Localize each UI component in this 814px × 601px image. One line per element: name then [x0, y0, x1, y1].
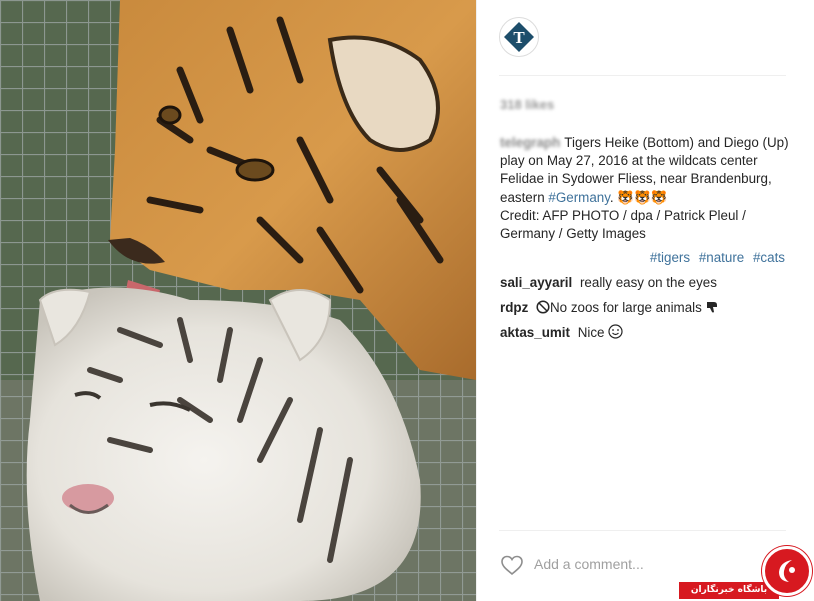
- thumbs-down-icon: [706, 302, 717, 313]
- heart-icon[interactable]: [500, 554, 524, 576]
- prohibited-icon: [536, 300, 550, 314]
- watermark-label: باشگاه خبرنگاران: [679, 582, 779, 599]
- hashtag-cats[interactable]: #cats: [753, 250, 785, 265]
- hashtag-germany[interactable]: #Germany: [548, 190, 610, 205]
- telegraph-logo-icon: T: [504, 22, 534, 52]
- comment-user[interactable]: sali_ayyaril: [500, 275, 572, 290]
- likes-count[interactable]: 318 likes: [500, 97, 554, 112]
- tigers-photo: [0, 0, 476, 601]
- hashtag-tigers[interactable]: #tigers: [650, 250, 690, 265]
- post-details-panel: T 318 likes telegraph Tigers Heike (Botto…: [476, 0, 814, 601]
- svg-text:T: T: [513, 28, 525, 47]
- comment-item: sali_ayyaril really easy on the eyes: [500, 274, 790, 292]
- footer-divider: [499, 530, 786, 531]
- comment-item: aktas_umit Nice: [500, 324, 790, 342]
- comment-item: rdpz No zoos for large animals: [500, 299, 790, 317]
- caption-hashtags: #tigers #nature #cats: [500, 250, 785, 265]
- comment-user[interactable]: rdpz: [500, 300, 528, 315]
- avatar[interactable]: T: [499, 17, 539, 57]
- add-comment-input[interactable]: [534, 553, 734, 575]
- tiger-emoji: 🐯🐯🐯: [617, 189, 668, 205]
- comment-text: really easy on the eyes: [579, 275, 717, 290]
- caption-credit: Credit: AFP PHOTO / dpa / Patrick Pleul …: [500, 207, 746, 242]
- hashtag-nature[interactable]: #nature: [699, 250, 744, 265]
- caption-author[interactable]: telegraph: [500, 135, 560, 150]
- comment-text: Nice: [577, 325, 605, 340]
- header-divider: [499, 75, 786, 76]
- news-agency-logo-icon: [779, 560, 795, 582]
- post-caption: telegraph Tigers Heike (Bottom) and Diego…: [500, 134, 790, 243]
- watermark-logo: [762, 546, 812, 596]
- post-photo[interactable]: [0, 0, 476, 601]
- comment-user[interactable]: aktas_umit: [500, 325, 570, 340]
- comment-text: No zoos for large animals: [550, 300, 702, 315]
- smile-icon: [608, 324, 623, 339]
